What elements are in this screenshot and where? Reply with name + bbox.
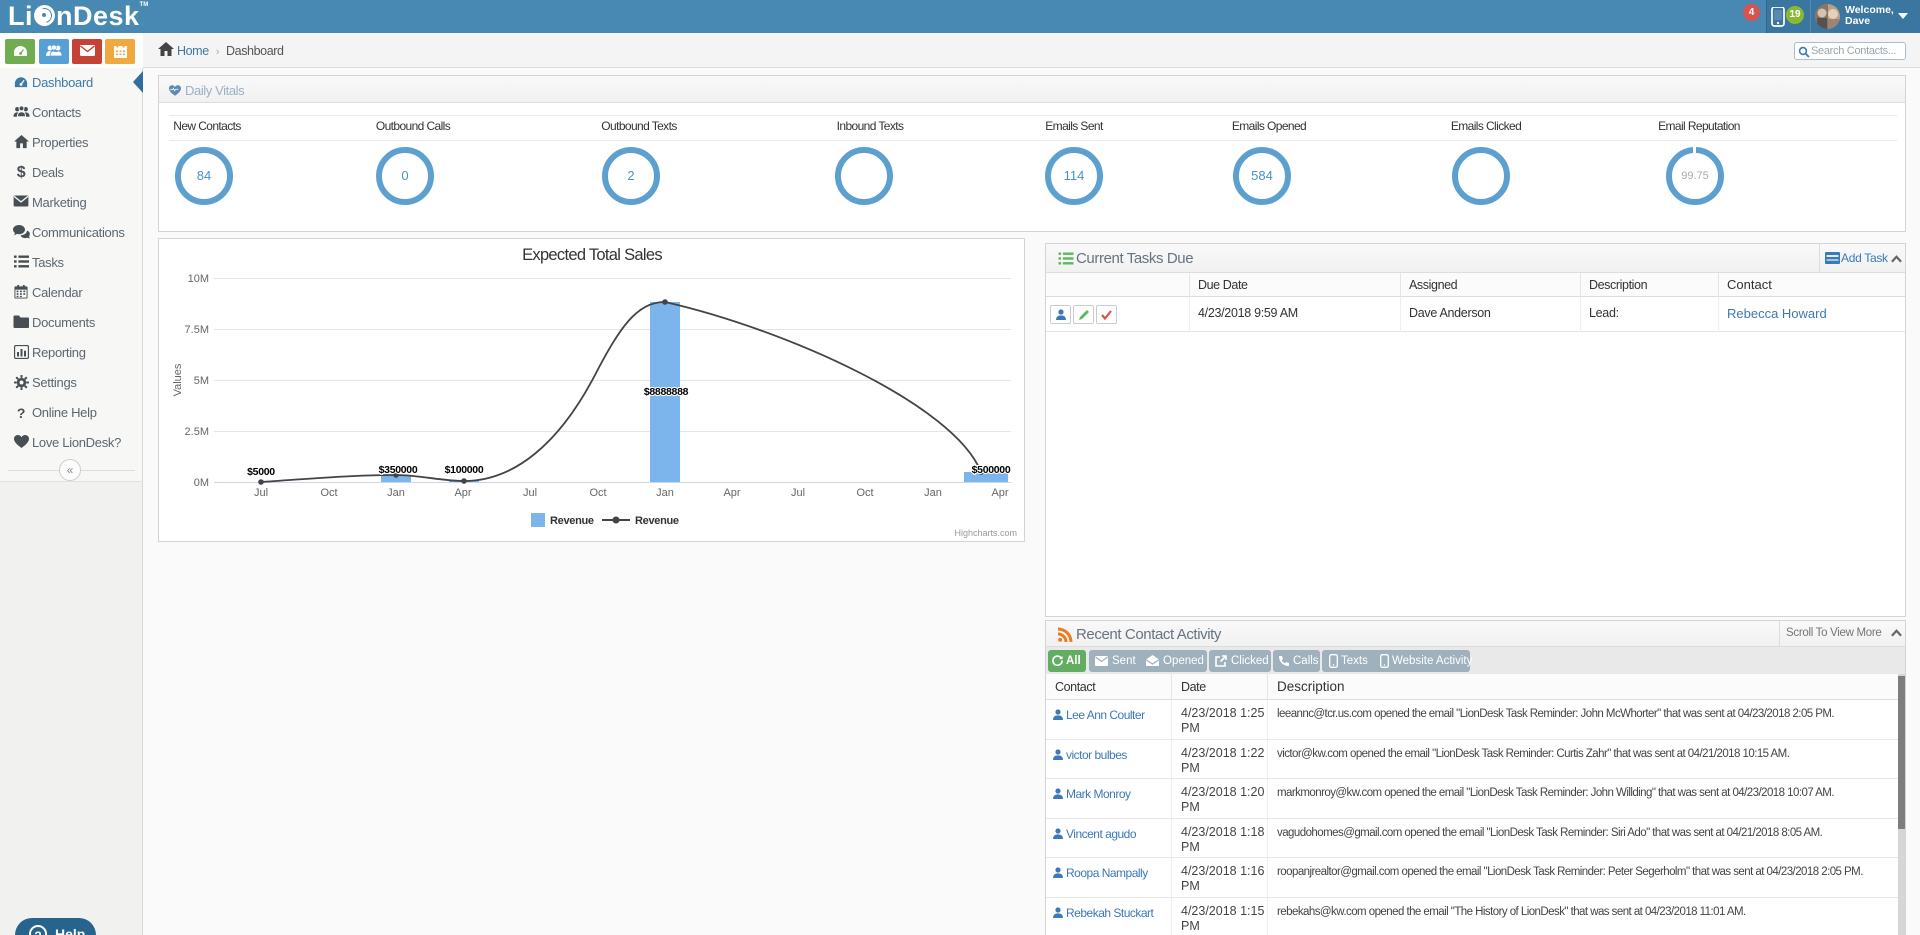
svg-text:Apr: Apr [991, 487, 1008, 499]
svg-text:Oct: Oct [320, 487, 337, 499]
svg-text:$5000: $5000 [247, 466, 275, 478]
svg-text:Jul: Jul [254, 487, 268, 499]
svg-text:Revenue: Revenue [550, 515, 594, 527]
svg-text:Jan: Jan [924, 487, 942, 499]
svg-text:Apr: Apr [723, 487, 740, 499]
svg-text:Jan: Jan [656, 487, 674, 499]
svg-text:$500000: $500000 [972, 464, 1011, 476]
svg-text:Oct: Oct [589, 487, 606, 499]
svg-text:7.5M: 7.5M [185, 324, 209, 336]
svg-text:Expected Total Sales: Expected Total Sales [522, 246, 662, 264]
svg-text:Jul: Jul [523, 487, 537, 499]
svg-text:Values: Values [172, 363, 184, 396]
svg-text:10M: 10M [188, 273, 209, 285]
svg-text:$8888888: $8888888 [644, 386, 689, 398]
svg-text:Jan: Jan [387, 487, 405, 499]
svg-text:$350000: $350000 [379, 464, 418, 476]
svg-text:Jul: Jul [791, 487, 805, 499]
svg-text:5M: 5M [194, 375, 209, 387]
svg-text:Oct: Oct [856, 487, 873, 499]
svg-text:$100000: $100000 [445, 464, 484, 476]
svg-text:0M: 0M [194, 477, 209, 489]
svg-text:Apr: Apr [454, 487, 471, 499]
svg-text:2.5M: 2.5M [185, 426, 209, 438]
svg-text:Revenue: Revenue [635, 515, 679, 527]
svg-text:Highcharts.com: Highcharts.com [954, 528, 1017, 538]
